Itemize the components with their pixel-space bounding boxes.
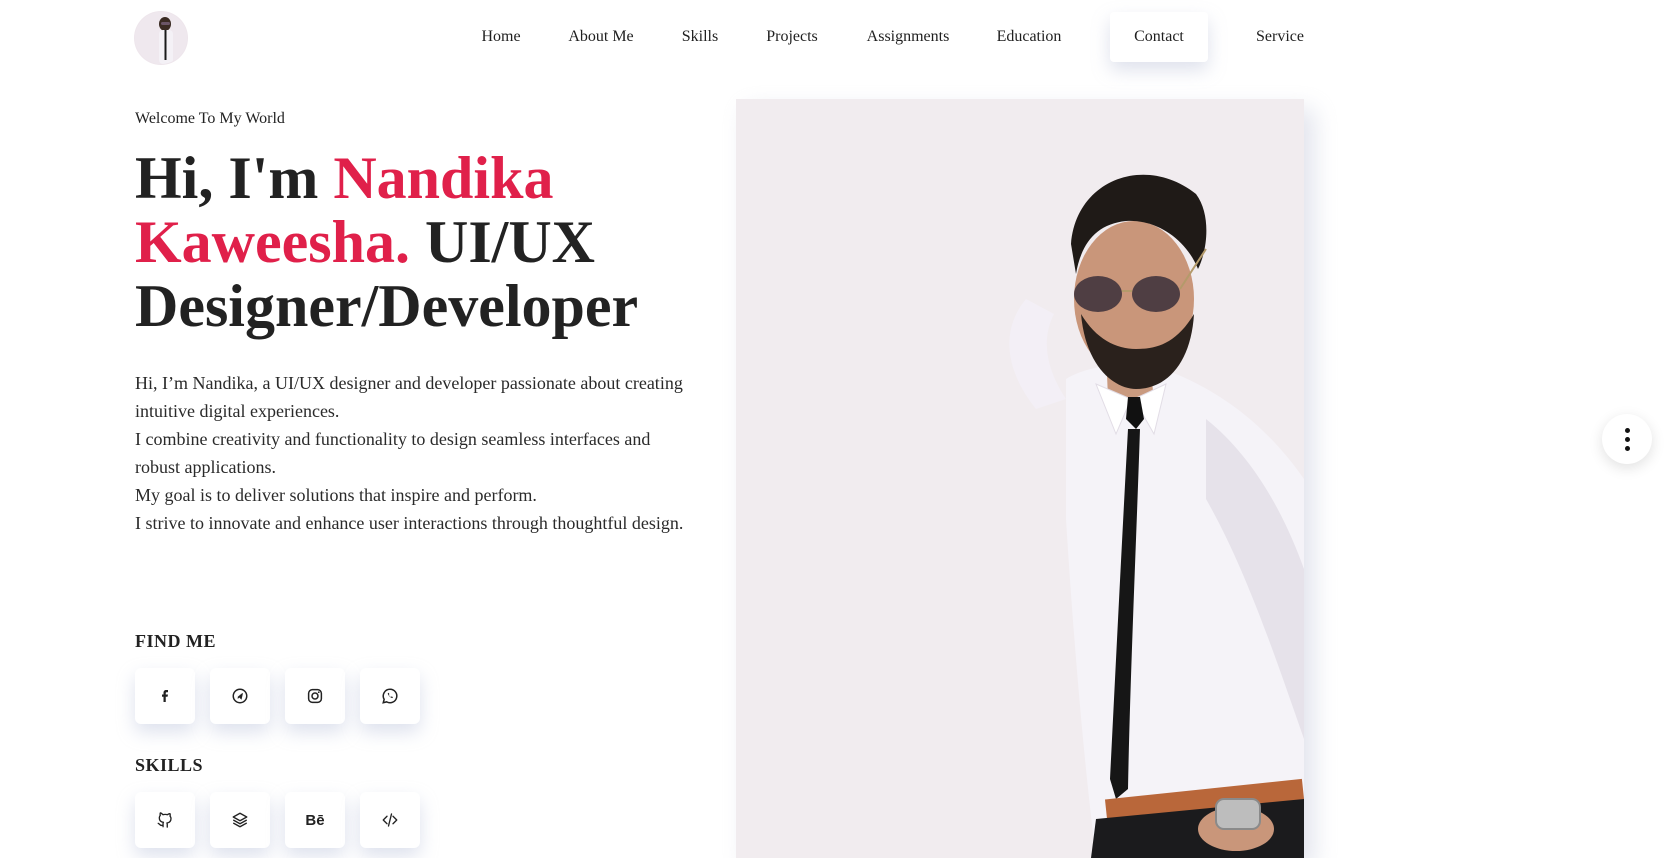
intro-paragraph: I strive to innovate and enhance user in…: [135, 513, 684, 533]
avatar[interactable]: [135, 12, 187, 64]
github-button[interactable]: [135, 792, 195, 848]
portrait-photo: [736, 99, 1304, 858]
nav-item-home[interactable]: Home: [477, 12, 525, 62]
intro-paragraph: My goal is to deliver solutions that ins…: [135, 485, 537, 505]
code-button[interactable]: [360, 792, 420, 848]
intro-paragraph: Hi, I’m Nandika, a UI/UX designer and de…: [135, 373, 683, 421]
instagram-icon: [307, 688, 323, 704]
more-vertical-icon: [1624, 427, 1630, 433]
whatsapp-icon: [382, 688, 398, 704]
github-icon: [157, 812, 172, 828]
nav-item-education[interactable]: Education: [994, 12, 1064, 62]
skills-label: SKILLS: [135, 755, 204, 775]
profile-photo-icon: [135, 12, 187, 64]
intro-text: Hi, I’m Nandika, a UI/UX designer and de…: [135, 369, 695, 537]
nav-item-service[interactable]: Service: [1252, 12, 1308, 62]
telegram-button[interactable]: [210, 668, 270, 724]
nav-item-skills[interactable]: Skills: [678, 12, 722, 62]
portrait-illustration: [736, 99, 1304, 858]
nav-item-assignments[interactable]: Assignments: [862, 12, 954, 62]
more-vertical-icon: [1624, 436, 1630, 442]
behance-icon: Bē: [305, 811, 325, 829]
title-prefix: Hi, I'm: [135, 145, 334, 211]
find-me-label: FIND ME: [135, 631, 216, 651]
welcome-text: Welcome To My World: [135, 110, 285, 127]
site-header: Home About Me Skills Projects Assignment…: [0, 0, 1664, 78]
layers-icon: [232, 812, 248, 828]
nav-item-about-me[interactable]: About Me: [564, 12, 638, 62]
instagram-button[interactable]: [285, 668, 345, 724]
behance-button[interactable]: Bē: [285, 792, 345, 848]
nav-item-contact[interactable]: Contact: [1110, 12, 1208, 62]
code-icon: [382, 813, 398, 827]
facebook-icon: [162, 690, 168, 702]
more-vertical-icon: [1624, 445, 1630, 451]
layers-button[interactable]: [210, 792, 270, 848]
more-options-button[interactable]: [1602, 414, 1652, 464]
telegram-icon: [232, 688, 248, 704]
facebook-button[interactable]: [135, 668, 195, 724]
hero-title: Hi, I'm Nandika Kaweesha. UI/UX Designer…: [135, 146, 715, 338]
nav-item-projects[interactable]: Projects: [762, 12, 822, 62]
whatsapp-button[interactable]: [360, 668, 420, 724]
intro-paragraph: I combine creativity and functionality t…: [135, 429, 651, 477]
